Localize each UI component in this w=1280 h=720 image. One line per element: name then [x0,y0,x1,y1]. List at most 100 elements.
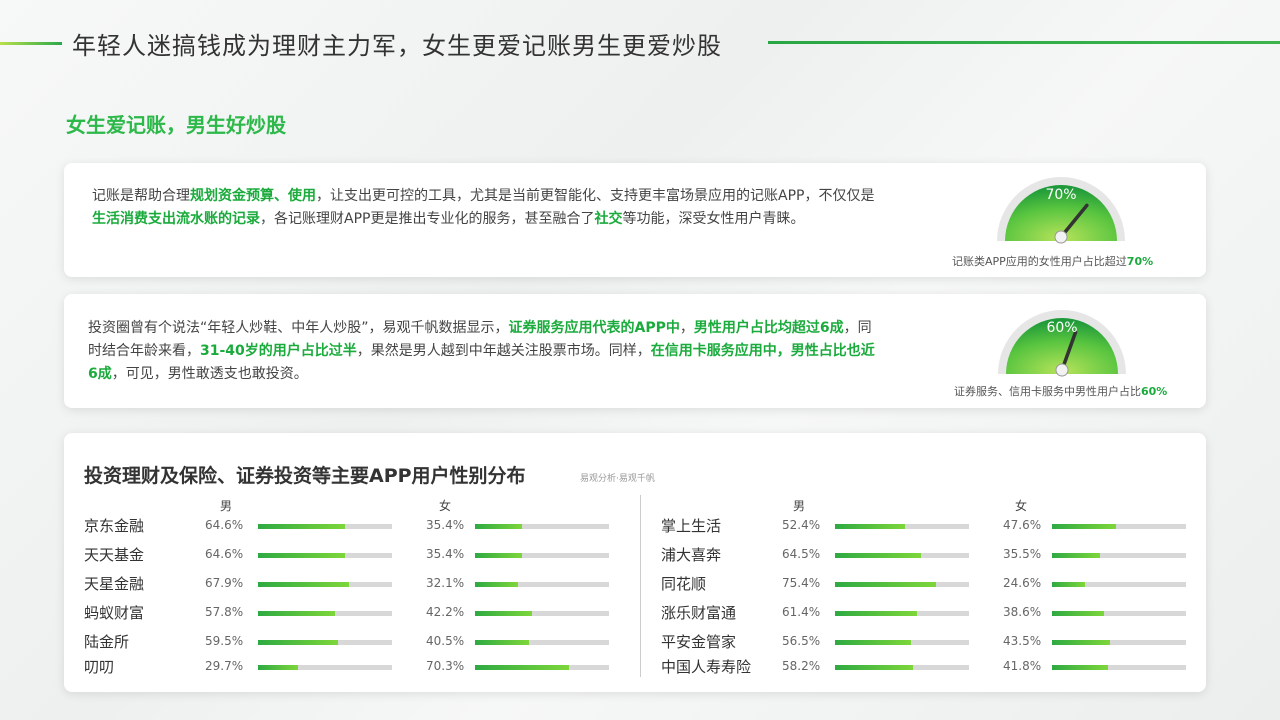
female-value: 35.4% [426,518,465,532]
female-value: 32.1% [426,576,465,590]
male-bar-track [258,582,392,587]
male-value: 58.2% [782,659,821,673]
highlight-text: 生活消费支出流水账的记录 [92,211,260,227]
male-bar-track [835,524,969,529]
female-bar [1052,665,1108,670]
app-name: 掌上生活 [661,517,722,535]
page-title: 年轻人迷搞钱成为理财主力军，女生更爱记账男生更爱炒股 [72,32,722,60]
male-bar [835,553,922,558]
gauge-female: 70% [997,177,1125,244]
male-value: 64.6% [205,518,244,532]
app-name: 天天基金 [84,546,145,564]
female-bar [475,582,518,587]
highlight-text: 证券服务应用代表的APP中 [508,320,680,336]
title-line-right [768,41,1280,44]
app-name: 浦大喜奔 [661,546,722,564]
highlight-text: 规划资金预算、使用 [190,188,316,204]
body-text: ，各记账理财APP更是推出专业化的服务，甚至融合了 [260,211,595,227]
investment-text: 投资圈曾有个说法“年轻人炒鞋、中年人炒股”，易观千帆数据显示，证券服务应用代表的… [88,317,878,386]
body-text: 等功能，深受女性用户青睐。 [622,211,805,227]
female-bar-track [475,640,609,645]
female-bar [1052,640,1111,645]
male-bar [835,665,913,670]
female-value: 47.6% [1003,518,1042,532]
female-value: 40.5% [426,634,465,648]
male-value: 75.4% [782,576,821,590]
highlight-text: 男性用户占比均超过6成 [693,320,844,336]
female-bar-track [1052,524,1186,529]
male-bar-track [835,665,969,670]
right-female-header: 女 [1015,499,1028,513]
female-bar [475,611,532,616]
male-value: 64.6% [205,547,244,561]
male-bar [835,582,937,587]
male-value: 59.5% [205,634,244,648]
body-text: ，可见，男性敢透支也敢投资。 [111,366,308,382]
gauge-caption-female: 记账类APP应用的女性用户占比超过70% [952,253,1153,269]
gauge-hub [1055,363,1069,377]
gauge-caption-text: 记账类APP应用的女性用户占比超过 [952,255,1127,268]
female-value: 41.8% [1003,659,1042,673]
app-name: 同花顺 [661,575,707,593]
male-value: 67.9% [205,576,244,590]
app-name: 平安金管家 [661,633,737,651]
gauge-value-label: 60% [1046,320,1077,336]
male-bar [835,611,918,616]
female-value: 43.5% [1003,634,1042,648]
female-value: 24.6% [1003,576,1042,590]
female-bar-track [1052,665,1186,670]
highlight-text: 31-40岁的用户占比过半 [200,343,357,359]
male-value: 64.5% [782,547,821,561]
male-bar [258,611,336,616]
distribution-title: 投资理财及保险、证券投资等主要APP用户性别分布 [84,465,526,487]
female-bar [475,553,523,558]
female-value: 42.2% [426,605,465,619]
gauge-value-label: 70% [1045,187,1076,203]
female-bar [475,524,523,529]
female-bar [475,665,570,670]
body-text: ，让支出更可控的工具，尤其是当前更智能化、支持更丰富场景应用的记账APP，不仅仅… [316,188,875,204]
app-name: 蚂蚁财富 [84,604,145,622]
male-bar-track [258,524,392,529]
male-bar [835,524,906,529]
male-bar-track [258,611,392,616]
female-value: 35.5% [1003,547,1042,561]
gauge-caption-text: 证券服务、信用卡服务中男性用户占比 [954,385,1141,398]
female-bar-track [1052,640,1186,645]
female-bar [1052,582,1085,587]
card-investment: 投资圈曾有个说法“年轻人炒鞋、中年人炒股”，易观千帆数据显示，证券服务应用代表的… [64,294,1206,408]
app-name: 天星金融 [84,575,145,593]
gauge-hub [1054,230,1068,244]
app-name: 涨乐财富通 [661,604,737,622]
male-bar-track [258,553,392,558]
app-name: 陆金所 [84,633,130,651]
male-bar-track [258,640,392,645]
body-text: ，果然是男人越到中年越关注股票市场。同样， [356,343,651,359]
gauge-caption-male: 证券服务、信用卡服务中男性用户占比60% [954,383,1167,399]
female-bar [1052,553,1100,558]
female-bar-track [475,582,609,587]
female-bar [475,640,530,645]
male-bar [258,582,349,587]
male-bar-track [835,611,969,616]
female-bar-track [1052,553,1186,558]
body-text: ， [679,320,694,336]
male-bar-track [835,640,969,645]
card-gender-distribution: 投资理财及保险、证券投资等主要APP用户性别分布 易观分析·易观千帆 男 女 男… [64,433,1206,692]
app-name: 京东金融 [84,517,145,535]
female-bar-track [475,524,609,529]
female-bar [1052,524,1116,529]
gauge-caption-pct: 60% [1141,385,1168,398]
left-male-header: 男 [220,499,233,513]
column-divider [640,495,641,677]
male-bar [258,640,338,645]
female-bar-track [1052,582,1186,587]
male-bar [258,553,345,558]
highlight-text: 社交 [594,211,623,227]
app-name: 叨叨 [84,658,115,676]
male-value: 29.7% [205,659,244,673]
title-line-left [0,42,62,45]
gauge-male: 60% [998,310,1126,377]
body-text: 记账是帮助合理 [92,188,190,204]
male-bar-track [258,665,392,670]
